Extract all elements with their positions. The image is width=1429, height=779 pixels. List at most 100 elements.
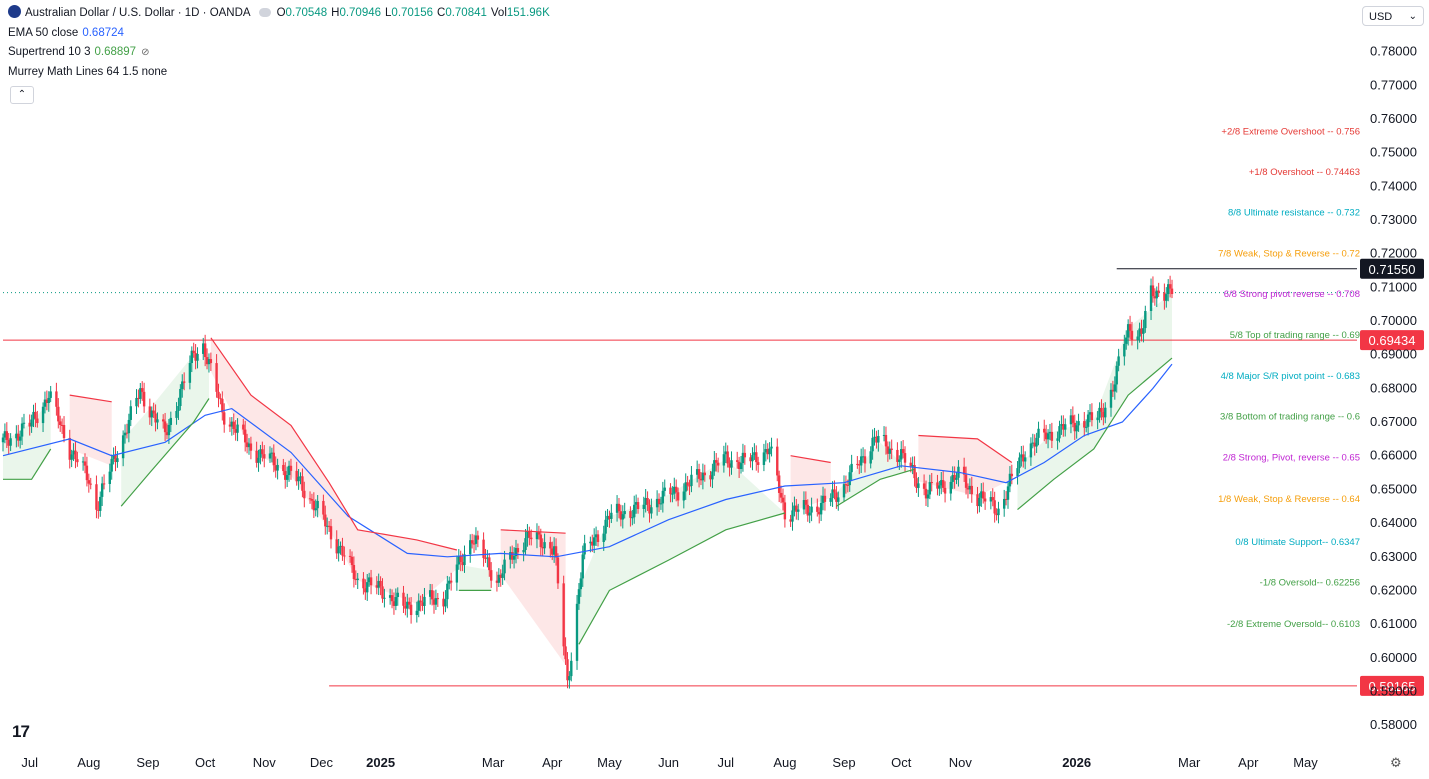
x-tick-label: Jul	[717, 755, 734, 770]
candle-body	[755, 452, 758, 463]
candle-body	[1, 437, 5, 443]
murrey-line-label: 6/8 Strong pivot reverse -- 0.708	[1224, 289, 1360, 300]
candle-body	[554, 546, 558, 558]
candle-body	[341, 545, 344, 556]
candle-body	[797, 509, 800, 512]
candle-body	[152, 410, 155, 414]
candle-body	[297, 476, 300, 482]
candle-body	[249, 443, 253, 451]
candle-body	[366, 582, 369, 593]
candle-body	[314, 508, 317, 511]
x-tick-label: May	[597, 755, 622, 770]
indicator-supertrend[interactable]: Supertrend 10 3 0.68897 ⊘	[8, 43, 554, 63]
candle-body	[1157, 290, 1160, 293]
candle-body	[179, 388, 182, 407]
market-status-icon[interactable]	[258, 8, 271, 17]
candle-body	[1023, 457, 1027, 462]
candle-body	[236, 424, 239, 433]
candle-body	[623, 511, 626, 515]
candle-body	[1064, 424, 1067, 430]
candle-body	[1109, 389, 1113, 408]
candle-body	[890, 448, 893, 450]
candle-body	[930, 482, 933, 484]
candle-body	[5, 431, 9, 440]
murrey-line-label: +2/8 Extreme Overshoot -- 0.756	[1221, 127, 1360, 138]
candle-body	[562, 583, 565, 647]
candle-body	[1006, 486, 1010, 500]
candle-body	[549, 542, 552, 549]
candle-body	[991, 497, 994, 501]
y-tick-label: 0.78000	[1370, 44, 1417, 59]
candle-body	[884, 434, 888, 447]
candle-body	[970, 485, 973, 495]
candle-body	[415, 610, 419, 616]
indicator-murrey[interactable]: Murrey Math Lines 64 1.5 none	[8, 63, 554, 83]
candle-body	[657, 498, 661, 505]
gear-icon[interactable]: ⚙	[1390, 755, 1402, 771]
supertrend-fill	[458, 564, 492, 591]
x-tick-label: May	[1293, 755, 1318, 770]
candle-body	[577, 589, 581, 604]
candle-body	[1071, 415, 1075, 423]
candle-body	[182, 381, 186, 383]
hidden-eye-icon[interactable]: ⊘	[141, 47, 149, 58]
candle-body	[459, 555, 462, 563]
x-tick-label: Oct	[195, 755, 216, 770]
candle-body	[537, 532, 541, 535]
currency-label: USD	[1369, 11, 1393, 23]
candle-body	[362, 578, 365, 589]
candle-body	[993, 500, 996, 514]
chevron-up-icon[interactable]: ⌃	[10, 86, 34, 104]
candle-body	[770, 446, 773, 449]
candle-body	[583, 543, 586, 555]
candle-body	[257, 457, 260, 463]
y-tick-label: 0.77000	[1370, 77, 1417, 92]
candle-body	[1125, 337, 1128, 344]
candle-body	[482, 539, 485, 559]
candle-body	[175, 411, 178, 418]
candle-body	[36, 418, 39, 424]
currency-select[interactable]: USD ⌄	[1362, 6, 1424, 26]
candle-body	[243, 429, 247, 443]
candle-body	[751, 455, 754, 462]
ohlc-vol: Vol151.96K	[490, 7, 550, 19]
candle-body	[978, 497, 981, 507]
price-chart[interactable]: 0.715500.694340.59165 +2/8 Extreme Overs…	[0, 0, 1429, 779]
candle-body	[736, 460, 739, 462]
candle-body	[1029, 443, 1033, 458]
candle-body	[161, 419, 165, 422]
candle-body	[356, 578, 359, 580]
candle-body	[783, 502, 787, 520]
candle-body	[917, 483, 920, 488]
candle-body	[1113, 384, 1117, 392]
candle-body	[1090, 412, 1094, 421]
candle-body	[730, 460, 733, 468]
candle-body	[1010, 473, 1014, 477]
y-tick-label: 0.68000	[1370, 380, 1417, 395]
candle-body	[982, 491, 985, 499]
candle-body	[110, 458, 113, 472]
candle-body	[631, 517, 634, 519]
x-tick-label: Nov	[253, 755, 277, 770]
candle-body	[301, 476, 304, 491]
y-tick-label: 0.69000	[1370, 347, 1417, 362]
candle-body	[581, 554, 584, 579]
y-tick-label: 0.70000	[1370, 313, 1417, 328]
indicator-ema[interactable]: EMA 50 close 0.68724	[8, 24, 554, 44]
candle-body	[419, 600, 422, 603]
murrey-line-label: 3/8 Bottom of trading range -- 0.6	[1220, 412, 1360, 423]
tradingview-logo-icon[interactable]: 17	[12, 722, 30, 742]
candle-body	[768, 448, 771, 455]
x-tick-label: Aug	[77, 755, 100, 770]
ohlc-o: O0.70548	[276, 7, 328, 19]
candle-body	[215, 363, 218, 392]
candle-body	[739, 463, 743, 470]
symbol-row[interactable]: Australian Dollar / U.S. Dollar · 1D · O…	[8, 4, 554, 24]
price-tag-label: 0.71550	[1369, 262, 1416, 277]
candle-body	[964, 474, 968, 488]
candle-body	[938, 485, 941, 489]
candle-body	[1117, 356, 1120, 366]
candle-body	[141, 388, 144, 392]
candle-body	[316, 500, 319, 509]
candle-body	[823, 495, 827, 502]
